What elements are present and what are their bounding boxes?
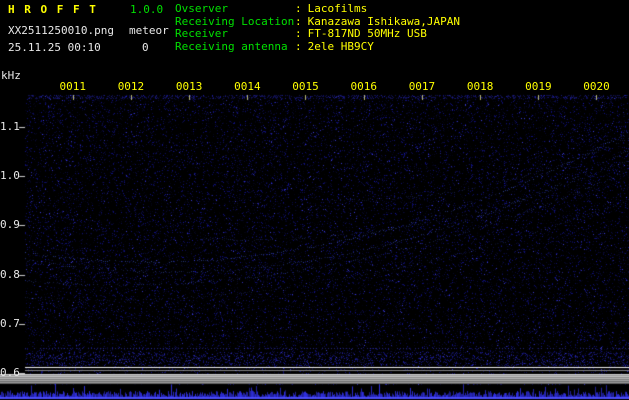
freq-unit-label: kHz <box>1 70 21 82</box>
mode-label: meteor <box>129 25 169 37</box>
info-row-antenna: Receiving antenna:2ele HB9CY <box>175 41 374 53</box>
x-tick-label: 0016 <box>351 81 378 93</box>
x-tick-label: 0019 <box>525 81 552 93</box>
app-version: 1.0.0 <box>130 4 163 16</box>
info-value: Lacofilms <box>308 2 368 15</box>
x-tick-label: 0018 <box>467 81 494 93</box>
x-tick-label: 0015 <box>292 81 319 93</box>
meteor-count: 0 <box>142 42 149 54</box>
y-tick-label: 0.6 <box>0 367 17 379</box>
info-colon: : <box>295 40 302 53</box>
spectrogram-canvas <box>0 0 629 400</box>
info-value: FT-817ND 50MHz USB <box>308 27 427 40</box>
info-label: Receiver <box>175 28 295 40</box>
hrofft-window: H R O F F T 1.0.0 XX2511250010.png meteo… <box>0 0 629 400</box>
info-colon: : <box>295 27 302 40</box>
info-label: Receiving antenna <box>175 41 295 53</box>
y-tick-label: 0.7 <box>0 318 17 330</box>
x-tick-label: 0011 <box>60 81 87 93</box>
y-tick-label: 1.1 <box>0 121 17 133</box>
y-tick-label: 0.9 <box>0 219 17 231</box>
y-tick-label: 1.0 <box>0 170 17 182</box>
info-row-observer: Ovserver: Lacofilms <box>175 3 367 15</box>
info-row-receiver: Receiver: FT-817ND 50MHz USB <box>175 28 427 40</box>
y-tick-label: 0.8 <box>0 269 17 281</box>
timestamp: 25.11.25 00:10 <box>8 42 101 54</box>
info-colon: : <box>295 2 302 15</box>
x-tick-label: 0014 <box>234 81 261 93</box>
info-value: 2ele HB9CY <box>308 40 374 53</box>
app-title: H R O F F T <box>8 4 97 16</box>
x-tick-label: 0017 <box>409 81 436 93</box>
output-filename: XX2511250010.png <box>8 25 114 37</box>
x-tick-label: 0013 <box>176 81 203 93</box>
x-tick-label: 0020 <box>583 81 610 93</box>
info-label: Ovserver <box>175 3 295 15</box>
x-tick-label: 0012 <box>118 81 145 93</box>
